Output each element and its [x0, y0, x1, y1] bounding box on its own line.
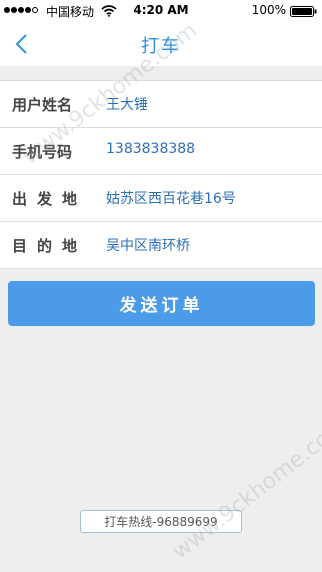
battery-percent: 100% [251, 3, 286, 17]
watermark-bottom: www.9ckhome.com [168, 413, 322, 565]
destination-value[interactable]: 吴中区南环桥 [106, 235, 190, 255]
name-label: 用户姓名 [12, 96, 73, 114]
taxi-hotline-button[interactable]: 打车热线-96889699 [80, 510, 242, 533]
form-row-departure[interactable]: 出发地 姑苏区西百花巷16号 [0, 175, 322, 222]
phone-label: 手机号码 [12, 143, 73, 161]
send-order-button[interactable]: 发送订单 [8, 281, 315, 326]
navigation-bar: 打车 [0, 22, 322, 66]
departure-label: 出发地 [12, 190, 88, 208]
form-row-phone[interactable]: 手机号码 1383838388 [0, 128, 322, 175]
destination-label: 目的地 [12, 237, 88, 255]
battery-icon [290, 6, 317, 17]
page-title: 打车 [141, 36, 181, 57]
form-row-name[interactable]: 用户姓名 王大锤 [0, 81, 322, 128]
departure-value[interactable]: 姑苏区西百花巷16号 [106, 188, 236, 208]
order-form: 用户姓名 王大锤 手机号码 1383838388 出发地 姑苏区西百花巷16号 … [0, 80, 322, 269]
phone-value[interactable]: 1383838388 [106, 141, 195, 157]
status-bar: 中国移动 4:20 AM 100% [0, 0, 322, 22]
name-value[interactable]: 王大锤 [106, 94, 148, 114]
form-row-destination[interactable]: 目的地 吴中区南环桥 [0, 222, 322, 268]
